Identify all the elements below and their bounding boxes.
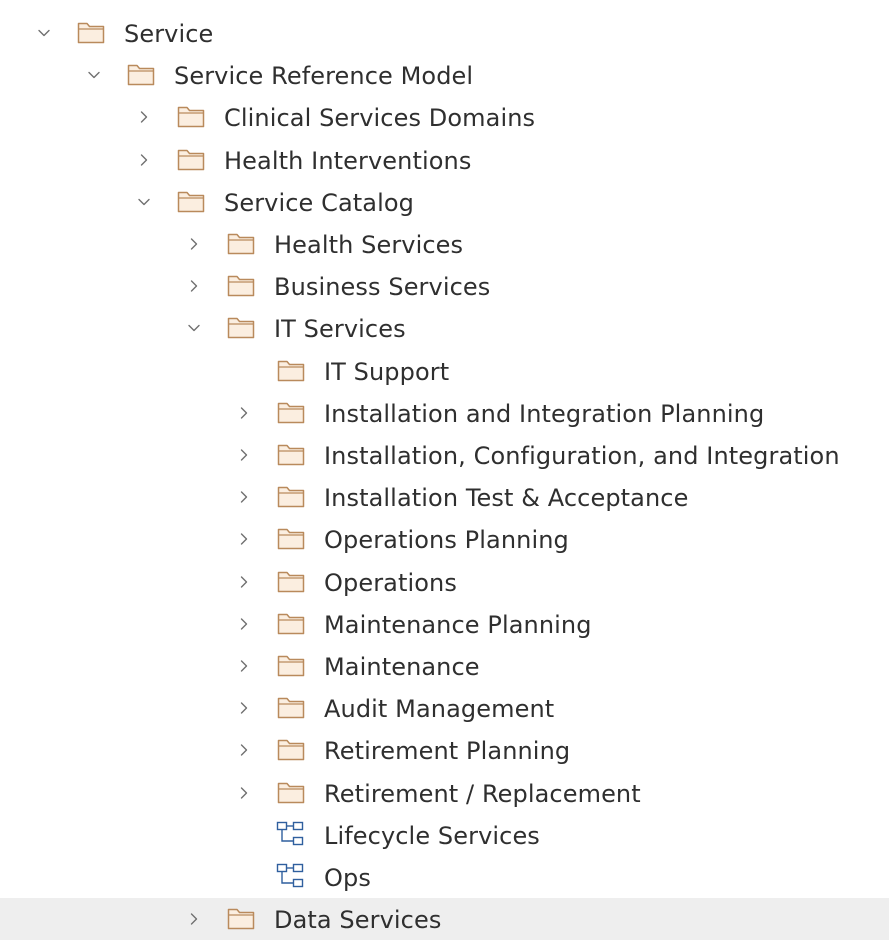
tree-node-label: Maintenance Planning — [324, 610, 592, 639]
chevron-down-icon[interactable] — [83, 64, 105, 86]
folder-icon — [276, 610, 306, 636]
chevron-right-icon[interactable] — [233, 739, 255, 761]
folder-icon — [276, 652, 306, 678]
chevron-down-icon[interactable] — [33, 22, 55, 44]
chevron-right-icon[interactable] — [233, 613, 255, 635]
chevron-right-icon[interactable] — [133, 106, 155, 128]
tree-node-label: Retirement Planning — [324, 737, 571, 766]
tree-node-ops[interactable]: Ops — [0, 856, 889, 898]
project-browser-tree: Service Service Reference Model Clinical S… — [0, 0, 889, 941]
tree-node-label: Ops — [324, 864, 371, 892]
tree-node-it-support[interactable]: IT Support — [0, 350, 889, 392]
tree-node-label: Operations — [324, 568, 457, 597]
chevron-right-icon[interactable] — [183, 908, 205, 930]
folder-icon — [226, 314, 256, 340]
chevron-right-icon[interactable] — [183, 275, 205, 297]
folder-icon — [276, 483, 306, 509]
folder-icon — [126, 61, 156, 87]
tree-node-label: IT Services — [274, 315, 406, 344]
diagram-icon — [276, 863, 306, 889]
chevron-right-icon[interactable] — [233, 782, 255, 804]
folder-icon — [76, 19, 106, 45]
folder-icon — [176, 146, 206, 172]
tree-node-health-services[interactable]: Health Services — [0, 223, 889, 265]
tree-node-label: Health Services — [274, 231, 464, 259]
tree-node-business-services[interactable]: Business Services — [0, 265, 889, 307]
folder-icon — [226, 272, 256, 298]
chevron-right-icon[interactable] — [233, 528, 255, 550]
folder-icon — [276, 441, 306, 467]
tree-node-label: Maintenance — [324, 653, 480, 681]
tree-node-maintenance[interactable]: Maintenance — [0, 645, 889, 687]
tree-node-lifecycle-services[interactable]: Lifecycle Services — [0, 814, 889, 856]
tree-node-installation-test-acceptance[interactable]: Installation Test & Acceptance — [0, 476, 889, 518]
folder-icon — [226, 905, 256, 931]
tree-node-operations-planning[interactable]: Operations Planning — [0, 518, 889, 560]
tree-node-label: Installation, Configuration, and Integra… — [324, 442, 840, 470]
tree-node-label: Service — [124, 20, 214, 48]
chevron-right-icon[interactable] — [233, 444, 255, 466]
tree-node-label: Retirement / Replacement — [324, 779, 641, 808]
tree-node-operations[interactable]: Operations — [0, 561, 889, 603]
chevron-right-icon[interactable] — [233, 486, 255, 508]
tree-node-label: Service Catalog — [224, 188, 414, 217]
tree-node-health-interventions[interactable]: Health Interventions — [0, 139, 889, 181]
tree-node-label: Service Reference Model — [174, 62, 474, 91]
diagram-icon — [276, 821, 306, 847]
tree-node-audit-management[interactable]: Audit Management — [0, 687, 889, 729]
tree-node-retirement-planning[interactable]: Retirement Planning — [0, 729, 889, 771]
tree-node-service-reference-model[interactable]: Service Reference Model — [0, 54, 889, 96]
folder-icon — [276, 736, 306, 762]
folder-icon — [276, 399, 306, 425]
chevron-right-icon[interactable] — [233, 697, 255, 719]
chevron-right-icon[interactable] — [233, 655, 255, 677]
tree-node-label: Business Services — [274, 273, 491, 302]
tree-node-label: IT Support — [324, 357, 450, 386]
tree-node-label: Audit Management — [324, 695, 555, 724]
chevron-down-icon[interactable] — [133, 191, 155, 213]
tree-node-label: Lifecycle Services — [324, 821, 540, 850]
tree-node-installation-configuration-integration[interactable]: Installation, Configuration, and Integra… — [0, 434, 889, 476]
folder-icon — [276, 357, 306, 383]
tree-node-label: Installation Test & Acceptance — [324, 484, 689, 513]
chevron-right-icon[interactable] — [183, 233, 205, 255]
folder-icon — [276, 779, 306, 805]
tree-node-it-services[interactable]: IT Services — [0, 307, 889, 349]
tree-node-label: Health Interventions — [224, 146, 472, 175]
folder-icon — [276, 525, 306, 551]
tree-node-clinical-services-domains[interactable]: Clinical Services Domains — [0, 96, 889, 138]
folder-icon — [176, 188, 206, 214]
chevron-right-icon[interactable] — [233, 571, 255, 593]
tree-node-label: Installation and Integration Planning — [324, 399, 765, 428]
tree-node-label: Clinical Services Domains — [224, 104, 536, 133]
tree-node-label: Operations Planning — [324, 526, 569, 555]
tree-node-service-catalog[interactable]: Service Catalog — [0, 181, 889, 223]
folder-icon — [176, 103, 206, 129]
folder-icon — [276, 568, 306, 594]
tree-node-service[interactable]: Service — [0, 12, 889, 54]
tree-node-maintenance-planning[interactable]: Maintenance Planning — [0, 603, 889, 645]
folder-icon — [226, 230, 256, 256]
folder-icon — [276, 694, 306, 720]
chevron-right-icon[interactable] — [133, 149, 155, 171]
tree-node-installation-and-integration-planning[interactable]: Installation and Integration Planning — [0, 392, 889, 434]
chevron-right-icon[interactable] — [233, 402, 255, 424]
tree-node-retirement-replacement[interactable]: Retirement / Replacement — [0, 772, 889, 814]
chevron-down-icon[interactable] — [183, 317, 205, 339]
